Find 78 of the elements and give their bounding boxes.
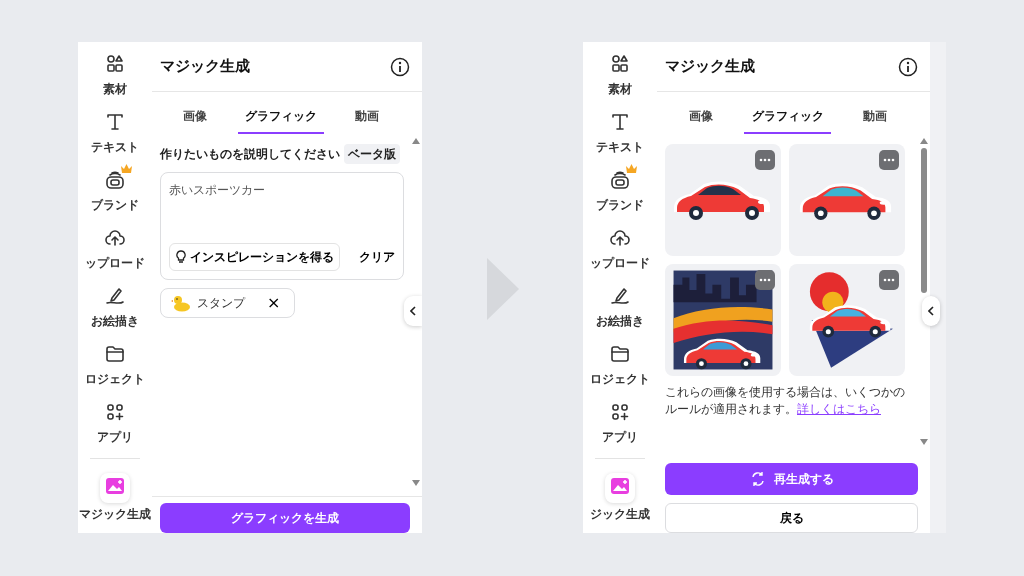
sidebar-item[interactable]: アプリ [583,396,657,454]
sidebar-label: アプリ [602,429,638,446]
sidebar-item[interactable]: マジック生成 [78,469,152,527]
scroll-down-icon [920,439,928,445]
more-button[interactable] [755,150,775,170]
sidebar-item[interactable]: 素材 [78,48,152,106]
sidebar-item[interactable]: ップロード [583,222,657,280]
panel-title: マジック生成 [160,56,250,78]
image-card[interactable] [665,144,781,256]
prompt-field[interactable]: 赤いスポーツカー インスピレーションを得る クリア [160,172,404,280]
sidebar-item[interactable]: お絵描き [583,280,657,338]
prompt-label: 作りたいものを説明してください [160,146,340,163]
chevron-left-icon [928,306,934,316]
sidebar-label: ロジェクト [85,371,145,388]
sidebar-label: お絵描き [596,313,644,330]
info-icon [898,57,918,77]
tab[interactable]: 画像 [657,92,744,134]
collapse-handle[interactable] [922,296,940,326]
tab[interactable]: グラフィック [744,92,831,134]
scroll-up-icon [412,138,420,144]
inspiration-button[interactable]: インスピレーションを得る [169,243,340,271]
sidebar-item[interactable]: ブランド [78,164,152,222]
usage-notice: これらの画像を使用する場合は、いくつかのルールが適用されます。詳しくはこちら [665,384,906,418]
duck-icon [171,294,191,312]
sidebar-label: 素材 [608,81,632,98]
prompt-text: 赤いスポーツカー [169,182,266,199]
sidebar-item[interactable]: テキスト [78,106,152,164]
clear-button[interactable]: クリア [357,244,397,270]
more-icon [759,278,771,282]
style-label: スタンプ [197,295,247,312]
beta-badge: ベータ版 [344,144,400,164]
sidebar-label: テキスト [596,139,644,156]
more-button[interactable] [755,270,775,290]
sidebar-label: ップロード [85,255,145,272]
sidebar-label: ップロード [590,255,650,272]
sidebar-item[interactable]: お絵描き [78,280,152,338]
more-button[interactable] [879,270,899,290]
sidebar-label: アプリ [97,429,133,446]
sidebar-item[interactable]: テキスト [583,106,657,164]
sidebar-label: ロジェクト [590,371,650,388]
more-icon [759,158,771,162]
back-button[interactable]: 戻る [665,503,918,533]
sidebar-label: お絵描き [91,313,139,330]
more-button[interactable] [879,150,899,170]
crown-icon [626,164,637,173]
sidebar-item[interactable]: 素材 [583,48,657,106]
more-icon [883,158,895,162]
tab[interactable]: グラフィック [238,92,324,134]
sidebar-item[interactable]: ブランド [583,164,657,222]
sidebar-label: マジック生成 [79,506,151,523]
sidebar-label: ブランド [596,197,644,214]
remove-button[interactable]: × [263,295,285,311]
learn-more-link[interactable]: 詳しくはこちら [797,401,881,416]
scroll-down-icon [412,480,420,486]
style-chip[interactable]: スタンプ × [160,288,296,318]
more-icon [883,278,895,282]
refresh-icon [749,471,766,487]
sidebar-label: ブランド [91,197,139,214]
sidebar-item[interactable]: ップロード [78,222,152,280]
sidebar-label: テキスト [91,139,139,156]
tab[interactable]: 動画 [324,92,410,134]
sidebar-label: 素材 [103,81,127,98]
lightbulb-icon [175,250,187,264]
chevron-left-icon [410,306,416,316]
scroll-up-icon [920,138,928,144]
sidebar-label: ジック生成 [590,506,650,523]
sidebar-item[interactable]: ロジェクト [78,338,152,396]
tab[interactable]: 動画 [831,92,918,134]
sidebar-item[interactable]: ロジェクト [583,338,657,396]
tab[interactable]: 画像 [152,92,238,134]
info-icon [390,57,410,77]
crown-icon [121,164,132,173]
collapse-handle[interactable] [404,296,422,326]
sidebar-item[interactable]: ジック生成 [583,469,657,527]
regenerate-button[interactable]: 再生成する [665,463,918,495]
sidebar-item[interactable]: アプリ [78,396,152,454]
generate-button[interactable]: グラフィックを生成 [160,503,410,533]
panel-title: マジック生成 [665,56,755,78]
